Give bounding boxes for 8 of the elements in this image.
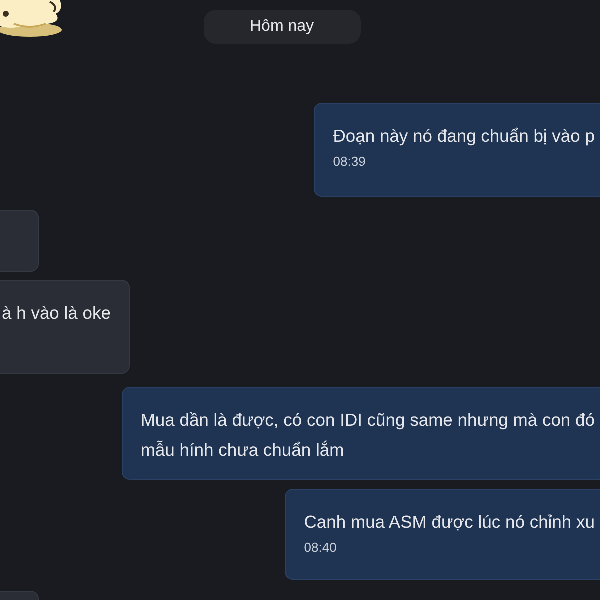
message-text: Đoạn này nó đang chuẩn bị vào p bbox=[333, 125, 595, 148]
message-time: 08:39 bbox=[333, 154, 367, 169]
message-text: Canh mua ASM được lúc nó chỉnh xu bbox=[304, 511, 595, 534]
message-time: 08:40 bbox=[304, 540, 338, 555]
date-separator: Hôm nay bbox=[204, 10, 360, 44]
message-text: Mua dần là được, có con IDI cũng same nhưng mà con đó bbox=[140, 409, 595, 432]
message-text: mẫu hính chưa chuẩn lắm bbox=[140, 439, 346, 462]
message-text: à h vào là oke bbox=[2, 302, 111, 325]
